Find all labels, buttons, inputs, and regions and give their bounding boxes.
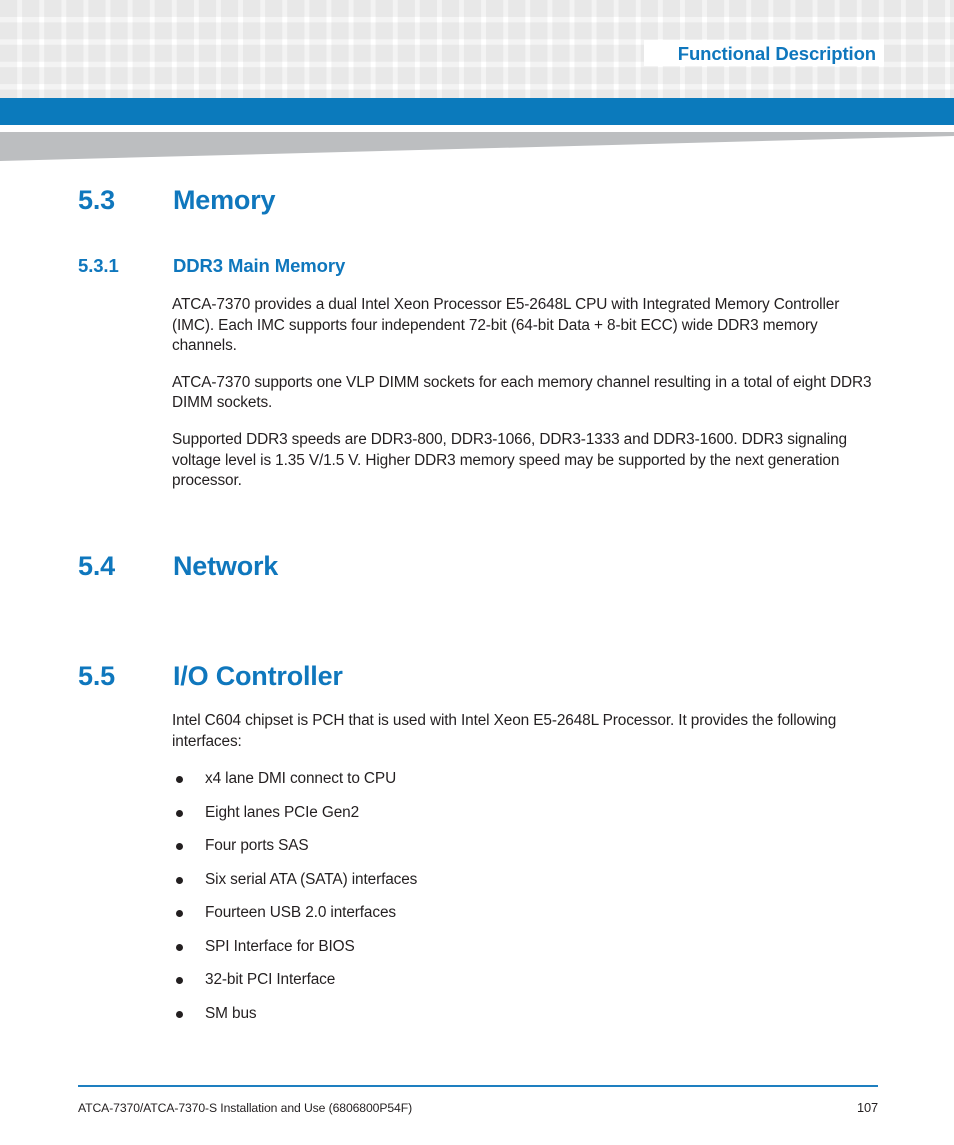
footer-page-number: 107 <box>856 1100 878 1115</box>
section-5-5-body: Intel C604 chipset is PCH that is used w… <box>172 711 884 1037</box>
bullet-dot-icon <box>176 943 183 951</box>
bullet-dot-icon <box>176 776 183 784</box>
footer-row: ATCA-7370/ATCA-7370-S Installation and U… <box>78 1100 878 1115</box>
list-item: 32-bit PCI Interface <box>172 970 884 990</box>
section-number-5-5: 5.5 <box>78 661 115 691</box>
bullet-dot-icon <box>176 876 183 884</box>
section-heading-5-4: 5.4 Network <box>78 551 278 582</box>
section-title-5-5: I/O Controller <box>173 661 343 691</box>
section-heading-5-3-1: 5.3.1 DDR3 Main Memory <box>78 255 345 277</box>
list-item-label: Fourteen USB 2.0 interfaces <box>205 904 396 922</box>
section-title-5-3-1: DDR3 Main Memory <box>173 255 346 276</box>
paragraph-1: ATCA-7370 provides a dual Intel Xeon Pro… <box>172 296 840 355</box>
list-item-label: Six serial ATA (SATA) interfaces <box>205 870 418 888</box>
section-title-5-3: Memory <box>173 185 276 215</box>
page-header: Functional Description <box>0 0 954 98</box>
section-5-3-1-body: ATCA-7370 provides a dual Intel Xeon Pro… <box>172 295 884 492</box>
footer-document-title: ATCA-7370/ATCA-7370-S Installation and U… <box>78 1101 413 1115</box>
io-interfaces-list: x4 lane DMI connect to CPU Eight lanes P… <box>172 769 884 1024</box>
list-item-label: SPI Interface for BIOS <box>205 937 355 955</box>
section-number-5-4: 5.4 <box>78 551 115 581</box>
bullet-dot-icon <box>176 977 183 985</box>
bullet-dot-icon <box>176 910 183 918</box>
bullet-dot-icon <box>176 809 183 817</box>
list-item: Eight lanes PCIe Gen2 <box>172 803 884 823</box>
section-heading-5-5: 5.5 I/O Controller <box>78 661 343 692</box>
bullet-dot-icon <box>176 1010 183 1018</box>
section-title-5-4: Network <box>173 551 279 581</box>
page-footer: ATCA-7370/ATCA-7370-S Installation and U… <box>78 1085 878 1115</box>
section-heading-5-3: 5.3 Memory <box>78 185 276 216</box>
list-item-label: Eight lanes PCIe Gen2 <box>205 803 360 821</box>
list-item: Four ports SAS <box>172 836 884 856</box>
list-item-label: 32-bit PCI Interface <box>205 971 336 989</box>
bullet-dot-icon <box>176 843 183 851</box>
list-item: SM bus <box>172 1004 884 1024</box>
list-item-label: SM bus <box>205 1004 257 1022</box>
list-item: x4 lane DMI connect to CPU <box>172 769 884 789</box>
list-item: Fourteen USB 2.0 interfaces <box>172 903 884 923</box>
header-gray-wedge <box>0 132 954 161</box>
paragraph-3: Supported DDR3 speeds are DDR3-800, DDR3… <box>172 430 847 490</box>
header-accent-bar <box>0 98 954 125</box>
running-header-title: Functional Description <box>677 43 876 64</box>
section-5-5-intro: Intel C604 chipset is PCH that is used w… <box>172 712 837 750</box>
list-item-label: x4 lane DMI connect to CPU <box>205 770 397 788</box>
list-item: Six serial ATA (SATA) interfaces <box>172 870 884 890</box>
gray-wedge-shape <box>0 132 954 161</box>
paragraph-2: ATCA-7370 supports one VLP DIMM sockets … <box>172 373 872 412</box>
section-number-5-3: 5.3 <box>78 185 115 215</box>
list-item-label: Four ports SAS <box>205 837 309 855</box>
list-item: SPI Interface for BIOS <box>172 937 884 957</box>
section-number-5-3-1: 5.3.1 <box>78 255 119 276</box>
footer-divider <box>78 1085 878 1087</box>
